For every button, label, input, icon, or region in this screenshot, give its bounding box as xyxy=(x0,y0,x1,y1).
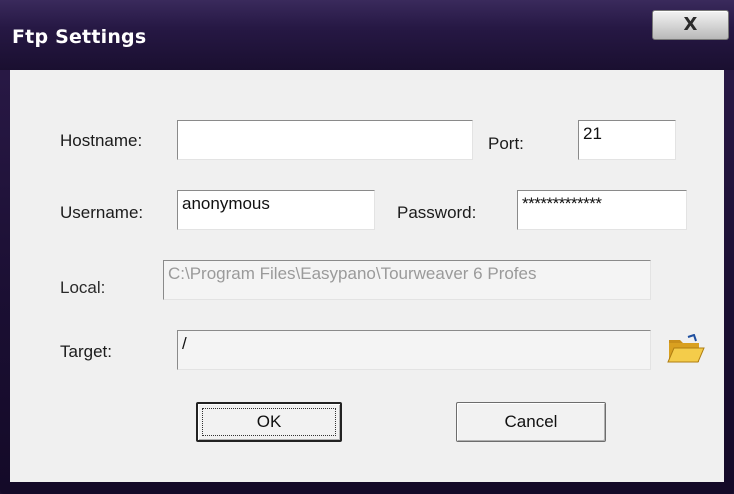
target-label: Target: xyxy=(60,342,112,361)
password-label: Password: xyxy=(397,203,477,222)
ok-button[interactable]: OK xyxy=(196,402,342,442)
dialog-body: Hostname: Port: 21 Username: anonymous P… xyxy=(10,70,724,482)
local-path-field: C:\Program Files\Easypano\Tourweaver 6 P… xyxy=(163,260,651,300)
window-title: Ftp Settings xyxy=(12,26,147,48)
hostname-label: Hostname: xyxy=(60,131,143,150)
dialog-window: Ftp Settings X Hostname: Port: 21 Userna… xyxy=(0,0,734,494)
port-label: Port: xyxy=(488,134,524,153)
local-label: Local: xyxy=(60,278,106,297)
open-folder-icon[interactable] xyxy=(666,334,706,366)
close-button[interactable]: X xyxy=(652,10,729,40)
username-label: Username: xyxy=(60,203,144,222)
cancel-button[interactable]: Cancel xyxy=(456,402,606,442)
title-bar[interactable]: Ftp Settings X xyxy=(0,0,734,70)
close-icon: X xyxy=(683,13,698,35)
port-input[interactable]: 21 xyxy=(578,120,676,160)
password-input[interactable]: ************* xyxy=(517,190,687,230)
focus-rectangle xyxy=(202,408,336,436)
username-input[interactable]: anonymous xyxy=(177,190,375,230)
hostname-input[interactable] xyxy=(177,120,473,160)
cancel-button-label: Cancel xyxy=(504,412,558,431)
target-input[interactable]: / xyxy=(177,330,651,370)
